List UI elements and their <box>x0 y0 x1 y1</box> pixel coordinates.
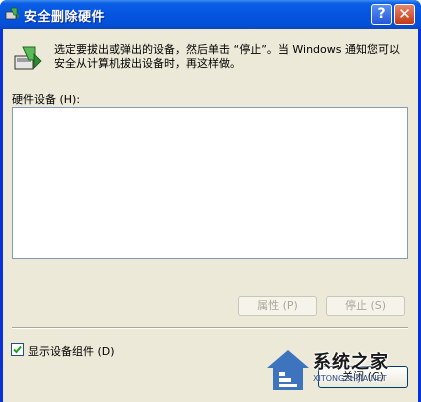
properties-button[interactable]: 属性 (P) <box>238 296 317 316</box>
device-list-label: 硬件设备 (H): <box>12 93 81 106</box>
watermark-logo: 系统之家 XITONGZHIJIA.NET <box>265 344 415 400</box>
show-components-label[interactable]: 显示设备组件 (D) <box>28 343 115 359</box>
instruction-text: 选定要拔出或弹出的设备，然后单击 “停止”。当 Windows 通知您可以安全从… <box>54 43 400 70</box>
close-window-button[interactable]: ✕ <box>394 4 415 25</box>
house-logo-icon <box>267 350 309 390</box>
hardware-eject-icon <box>14 46 42 70</box>
watermark-url: XITONGZHIJIA.NET <box>313 374 387 383</box>
hardware-device-list[interactable] <box>12 107 408 259</box>
title-bar[interactable]: 安全删除硬件 ? ✕ <box>0 0 421 29</box>
separator <box>12 327 408 329</box>
help-button[interactable]: ? <box>371 4 392 25</box>
checkmark-icon <box>13 345 22 354</box>
show-components-checkbox[interactable] <box>11 343 24 356</box>
stop-button[interactable]: 停止 (S) <box>326 296 405 316</box>
window-title: 安全删除硬件 <box>24 10 106 25</box>
dialog-body: 选定要拔出或弹出的设备，然后单击 “停止”。当 Windows 通知您可以安全从… <box>3 29 418 402</box>
hardware-icon <box>5 7 20 20</box>
dialog-window: 安全删除硬件 ? ✕ 选定要拔出或弹出的设备，然后单击 “停止”。当 Windo… <box>0 0 421 402</box>
watermark-name: 系统之家 <box>313 352 389 373</box>
